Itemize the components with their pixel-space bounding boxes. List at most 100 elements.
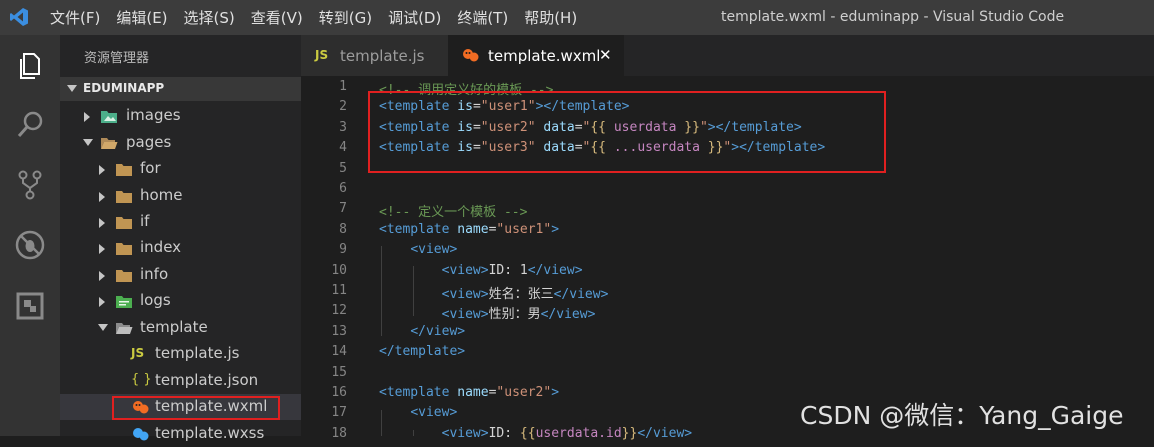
tree-item-home[interactable]: home (60, 183, 301, 209)
tab-template-js[interactable]: JS template.js (301, 35, 448, 76)
line-number: 17 (331, 405, 347, 420)
menu-view[interactable]: 查看(V) (251, 7, 303, 28)
tree-item-label: template.js (155, 344, 240, 362)
tree-item-template-js[interactable]: JS template.js (60, 341, 301, 367)
js-file-icon: JS (315, 48, 329, 62)
js-file-icon: JS (131, 346, 145, 360)
menu-edit[interactable]: 编辑(E) (116, 7, 167, 28)
line-text: </view> (410, 324, 466, 339)
chevron-right-icon (99, 165, 105, 175)
chevron-right-icon (99, 192, 105, 202)
chevron-right-icon (99, 297, 105, 307)
tree-item-logs[interactable]: logs (60, 288, 301, 314)
editor-tab-bar: JS template.js template.wxml ✕ (301, 35, 1154, 76)
tab-label: template.js (340, 47, 425, 65)
folder-open-icon (116, 323, 133, 334)
sidebar-title: 资源管理器 (84, 51, 150, 66)
line-number: 6 (339, 181, 347, 196)
code-line: 7 <!-- 定义一个模板 --> (301, 199, 1154, 220)
line-number: 14 (331, 344, 347, 359)
tree-item-pages[interactable]: pages (60, 130, 301, 156)
line-text: <view>ID: 1</view> (441, 263, 583, 278)
tree-item-label: template.json (155, 371, 259, 389)
line-number: 5 (339, 161, 347, 176)
menu-help[interactable]: 帮助(H) (524, 7, 577, 28)
line-number: 9 (339, 242, 347, 257)
tree-item-label: template (140, 318, 208, 336)
tree-item-label: index (140, 238, 182, 256)
line-number: 3 (339, 120, 347, 135)
line-text: <view>ID: {{userdata.id}}</view> (441, 426, 693, 441)
workspace-section-header[interactable]: EDUMINAPP (60, 77, 301, 101)
folder-icon (116, 217, 132, 229)
tab-label: template.wxml (488, 47, 601, 65)
chevron-right-icon (99, 271, 105, 281)
menu-selection[interactable]: 选择(S) (184, 7, 235, 28)
code-line: 11 <view>姓名：张三</view> (301, 281, 1154, 302)
tree-item-for[interactable]: for (60, 156, 301, 182)
title-bar: 文件(F) 编辑(E) 选择(S) 查看(V) 转到(G) 调试(D) 终端(T… (0, 0, 1154, 35)
annotation-highlight-box (368, 91, 886, 173)
line-text: <!-- 定义一个模板 --> (379, 205, 528, 220)
explorer-icon[interactable] (13, 49, 47, 83)
window-title: template.wxml - eduminapp - Visual Studi… (721, 9, 1065, 25)
line-text: </template> (379, 344, 466, 359)
line-number: 11 (331, 283, 347, 298)
tree-item-if[interactable]: if (60, 209, 301, 235)
code-line: 15 (301, 363, 1154, 383)
line-text: <view>姓名：张三</view> (441, 287, 609, 302)
explorer-sidebar: 资源管理器 EDUMINAPP images pages for home if… (60, 35, 301, 442)
folder-icon (116, 164, 132, 176)
tree-item-template-json[interactable]: { } template.json (60, 368, 301, 394)
menu-debug[interactable]: 调试(D) (388, 7, 441, 28)
chevron-down-icon (83, 139, 93, 146)
chevron-right-icon (99, 244, 105, 254)
json-file-icon: { } (131, 372, 152, 387)
line-number: 16 (331, 385, 347, 400)
line-number: 7 (339, 201, 347, 216)
debug-icon[interactable] (13, 228, 47, 262)
line-number: 15 (331, 365, 347, 380)
code-line: 14 </template> (301, 342, 1154, 362)
close-icon[interactable]: ✕ (599, 46, 612, 64)
line-text: <template name="user2"> (379, 385, 560, 400)
line-text: <view> (410, 405, 458, 420)
tree-item-label: pages (126, 133, 172, 151)
code-line: 6 (301, 179, 1154, 199)
menu-file[interactable]: 文件(F) (50, 7, 100, 28)
code-line: 10 <view>ID: 1</view> (301, 261, 1154, 281)
wxss-file-icon (133, 428, 149, 441)
tree-item-label: home (140, 186, 183, 204)
tree-item-index[interactable]: index (60, 235, 301, 261)
code-line: 12 <view>性别：男</view> (301, 301, 1154, 322)
chevron-right-icon (84, 112, 90, 122)
tab-template-wxml[interactable]: template.wxml ✕ (448, 35, 624, 76)
tree-item-template-folder[interactable]: template (60, 315, 301, 341)
menu-terminal[interactable]: 终端(T) (457, 7, 508, 28)
tree-item-template-wxss[interactable]: template.wxss (60, 421, 301, 447)
line-number: 18 (331, 426, 347, 441)
chevron-right-icon (99, 218, 105, 228)
folder-icon (116, 270, 132, 282)
code-line: 8 <template name="user1"> (301, 220, 1154, 240)
tree-item-label: images (126, 106, 181, 124)
line-text: <view>性别：男</view> (441, 307, 596, 322)
search-icon[interactable] (13, 108, 47, 142)
chevron-down-icon (67, 85, 77, 92)
watermark-text: CSDN @微信：Yang_Gaige (800, 401, 1124, 430)
chevron-down-icon (98, 324, 108, 331)
source-control-icon[interactable] (13, 168, 47, 202)
line-number: 2 (339, 99, 347, 114)
tree-item-images[interactable]: images (60, 103, 301, 129)
image-folder-icon (101, 111, 117, 123)
tree-item-label: if (140, 212, 150, 230)
menu-go[interactable]: 转到(G) (319, 7, 372, 28)
extensions-icon[interactable] (13, 289, 47, 323)
tree-item-info[interactable]: info (60, 262, 301, 288)
workspace-name: EDUMINAPP (83, 81, 165, 95)
line-number: 12 (331, 303, 347, 318)
line-number: 10 (331, 263, 347, 278)
tree-item-label: logs (140, 291, 171, 309)
folder-open-icon (101, 138, 118, 149)
menu-bar: 文件(F) 编辑(E) 选择(S) 查看(V) 转到(G) 调试(D) 终端(T… (50, 0, 593, 35)
